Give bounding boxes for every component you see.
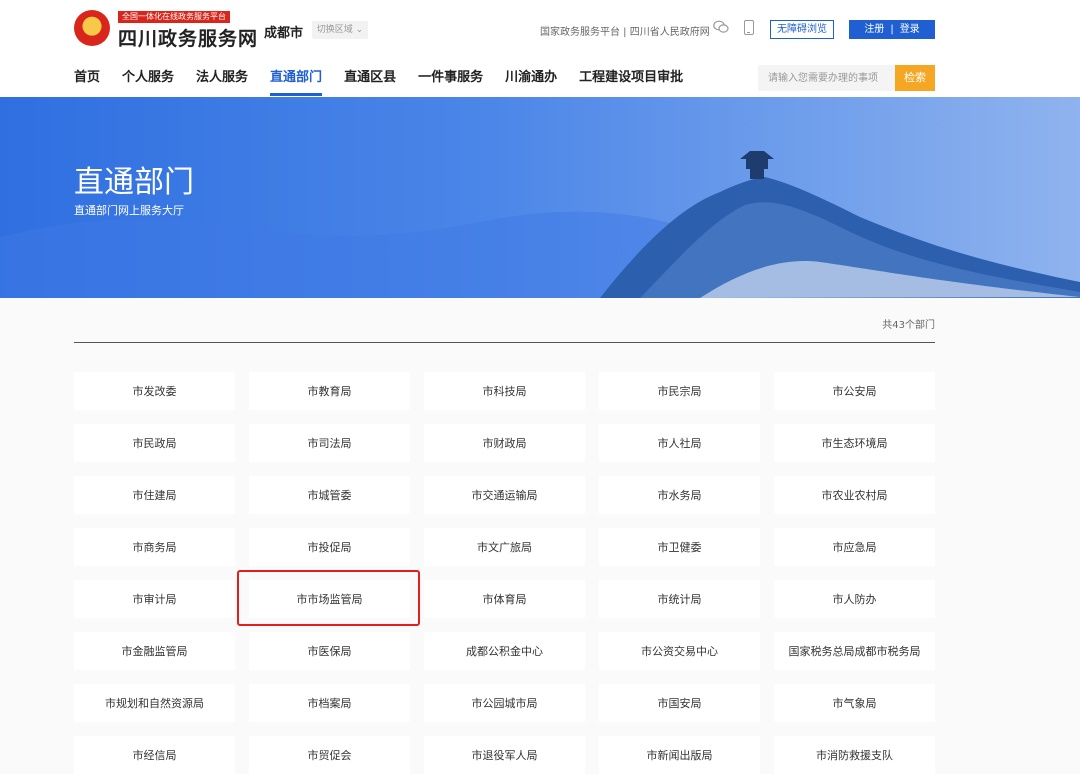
nav-item[interactable]: 直通部门 (270, 66, 323, 96)
department-card[interactable]: 市教育局 (249, 372, 410, 410)
department-card[interactable]: 市新闻出版局 (599, 736, 760, 774)
department-card[interactable]: 市司法局 (249, 424, 410, 462)
chevron-down-icon: ⌄ (355, 25, 364, 35)
department-card[interactable]: 国家税务总局成都市税务局 (774, 632, 935, 670)
nav-item[interactable]: 一件事服务 (418, 66, 483, 96)
wechat-icon[interactable] (713, 20, 729, 34)
department-card[interactable]: 市规划和自然资源局 (74, 684, 235, 722)
department-card[interactable]: 市应急局 (774, 528, 935, 566)
department-card[interactable]: 市公园城市局 (424, 684, 585, 722)
department-card[interactable]: 市投促局 (249, 528, 410, 566)
search-input[interactable] (758, 65, 895, 91)
banner: 直通部门 直通部门网上服务大厅 (0, 97, 1080, 298)
department-card[interactable]: 市公安局 (774, 372, 935, 410)
department-card[interactable]: 市医保局 (249, 632, 410, 670)
department-card[interactable]: 市生态环境局 (774, 424, 935, 462)
department-card[interactable]: 市人社局 (599, 424, 760, 462)
banner-title: 直通部门 (74, 165, 194, 200)
department-card[interactable]: 市卫健委 (599, 528, 760, 566)
site-title[interactable]: 四川政务服务网 (118, 24, 258, 51)
department-card[interactable]: 市住建局 (74, 476, 235, 514)
department-card[interactable]: 市审计局 (74, 580, 235, 618)
divider (74, 342, 935, 343)
switch-region-label: 切换区域 (316, 25, 353, 35)
department-card[interactable]: 市气象局 (774, 684, 935, 722)
department-card[interactable]: 市退役军人局 (424, 736, 585, 774)
search-button[interactable]: 检索 (895, 65, 935, 91)
department-card[interactable]: 成都公积金中心 (424, 632, 585, 670)
nav-item[interactable]: 工程建设项目审批 (579, 66, 683, 96)
department-card[interactable]: 市商务局 (74, 528, 235, 566)
banner-subtitle: 直通部门网上服务大厅 (74, 204, 184, 217)
switch-region-button[interactable]: 切换区域 ⌄ (312, 21, 368, 39)
nav-item[interactable]: 个人服务 (122, 66, 174, 96)
accessibility-button[interactable]: 无障碍浏览 (770, 20, 834, 39)
department-card[interactable]: 市科技局 (424, 372, 585, 410)
department-card[interactable]: 市财政局 (424, 424, 585, 462)
national-emblem-icon[interactable] (74, 10, 110, 46)
department-card[interactable]: 市档案局 (249, 684, 410, 722)
department-card[interactable]: 市水务局 (599, 476, 760, 514)
highlight-box (237, 570, 420, 626)
department-card[interactable]: 市统计局 (599, 580, 760, 618)
mobile-app-icon[interactable] (744, 20, 754, 35)
login-button[interactable]: 登录 (900, 20, 920, 39)
department-card[interactable]: 市金融监管局 (74, 632, 235, 670)
department-card[interactable]: 市民政局 (74, 424, 235, 462)
nav-item[interactable]: 直通区县 (344, 66, 396, 96)
site-header: 全国一体化在线政务服务平台 四川政务服务网 成都市 切换区域 ⌄ 国家政务服务平… (0, 0, 1080, 97)
separator: | (890, 24, 894, 35)
department-count: 共43个部门 (882, 320, 935, 331)
department-card[interactable]: 市民宗局 (599, 372, 760, 410)
department-card[interactable]: 市消防救援支队 (774, 736, 935, 774)
department-card[interactable]: 市经信局 (74, 736, 235, 774)
department-card[interactable]: 市贸促会 (249, 736, 410, 774)
department-card[interactable]: 市发改委 (74, 372, 235, 410)
department-card[interactable]: 市城管委 (249, 476, 410, 514)
department-card[interactable]: 市农业农村局 (774, 476, 935, 514)
platform-tag: 全国一体化在线政务服务平台 (118, 11, 230, 23)
department-card[interactable]: 市体育局 (424, 580, 585, 618)
department-card[interactable]: 市交通运输局 (424, 476, 585, 514)
department-card[interactable]: 市国安局 (599, 684, 760, 722)
department-card[interactable]: 市文广旅局 (424, 528, 585, 566)
main-nav: 首页 个人服务 法人服务 直通部门 直通区县 一件事服务 川渝通办 工程建设项目审批 (74, 66, 705, 96)
department-grid: 市发改委 市教育局 市科技局 市民宗局 市公安局市民政局 市司法局 市财政局 市人社局 市生态环… (74, 372, 935, 774)
department-card[interactable]: 市公资交易中心 (599, 632, 760, 670)
top-links[interactable]: 国家政务服务平台 | 四川省人民政府网 (540, 23, 710, 38)
nav-item[interactable]: 法人服务 (196, 66, 248, 96)
current-city: 成都市 (264, 26, 304, 41)
register-button[interactable]: 注册 (864, 20, 884, 39)
department-card[interactable]: 市人防办 (774, 580, 935, 618)
nav-item[interactable]: 川渝通办 (505, 66, 557, 96)
nav-item[interactable]: 首页 (74, 66, 100, 96)
register-login-box: 注册 | 登录 (849, 20, 935, 39)
